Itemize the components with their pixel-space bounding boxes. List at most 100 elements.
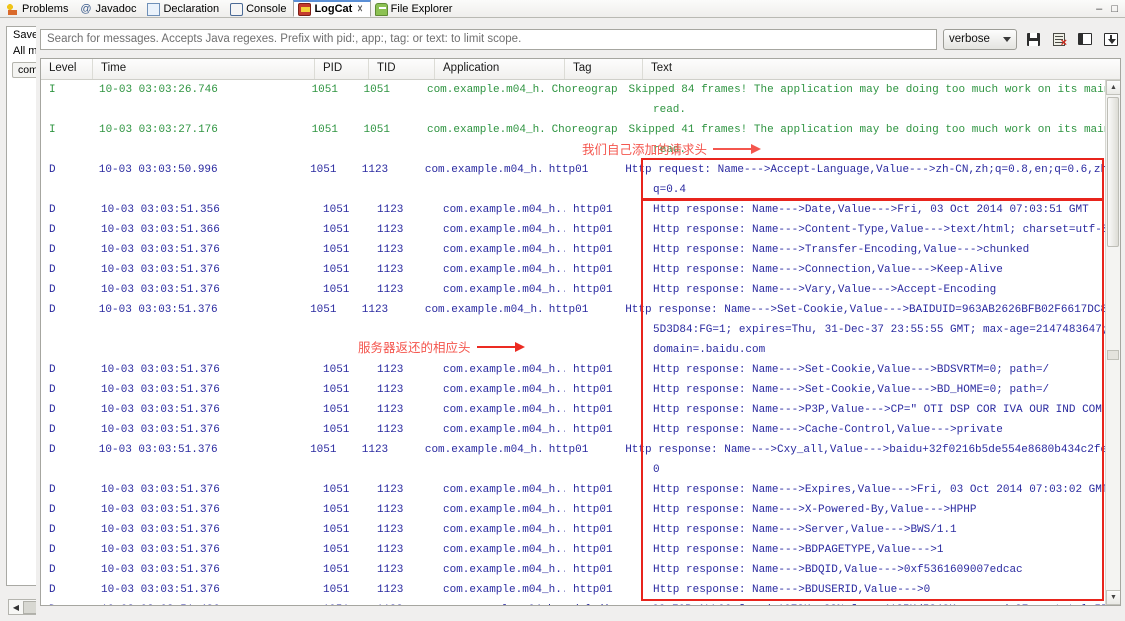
cell-time: 10-03 03:03:50.996 bbox=[98, 164, 218, 176]
request-header-note-text: 我们自己添加的请求头 bbox=[582, 142, 708, 157]
tab-declaration-label: Declaration bbox=[163, 3, 220, 15]
table-row[interactable]: D 10-03 03:03:51.376 1051 1123 com.example.m… bbox=[41, 300, 1120, 320]
cell-pid: 1051 bbox=[315, 600, 369, 605]
cell-level: D bbox=[49, 244, 56, 256]
cell-time: 10-03 03:03:51.376 bbox=[98, 444, 218, 456]
cell-text: Http response: Name--->Transfer-Encoding… bbox=[653, 244, 1030, 256]
column-header-time[interactable]: Time bbox=[93, 59, 315, 79]
table-row[interactable]: D 10-03 03:03:50.996 1051 1123 com.example.m… bbox=[41, 160, 1120, 180]
cell-text: Http response: Name--->Set-Cookie,Value-… bbox=[653, 384, 1050, 396]
save-log-button[interactable] bbox=[1023, 29, 1043, 49]
cell-pid: 1051 bbox=[323, 364, 350, 376]
column-header-application[interactable]: Application bbox=[435, 59, 565, 79]
tab-declaration[interactable]: Declaration bbox=[143, 0, 226, 17]
tab-problems[interactable]: Problems bbox=[2, 0, 75, 17]
table-row-continuation: domain=.baidu.com bbox=[653, 344, 766, 356]
table-row[interactable]: D 10-03 03:03:51.376 1051 1123 com.example.m… bbox=[41, 560, 1120, 580]
table-row[interactable]: D 10-03 03:03:51.376 1051 1123 com.example.m… bbox=[41, 520, 1120, 540]
table-row[interactable]: D 10-03 03:03:51.376 1051 1123 com.example.m… bbox=[41, 360, 1120, 380]
table-row[interactable]: D 10-03 03:03:51.376 1051 1123 com.example.m… bbox=[41, 260, 1120, 280]
cell-text: Http request: Name--->Accept-Language,Va… bbox=[625, 164, 1120, 176]
vertical-scrollbar[interactable]: ▲ ▼ bbox=[1105, 80, 1120, 605]
cell-text: Http response: Name--->Connection,Value-… bbox=[653, 264, 1003, 276]
table-row[interactable]: D 10-03 03:03:51.376 1051 1123 com.example.m… bbox=[41, 580, 1120, 600]
log-level-dropdown[interactable]: verbose bbox=[943, 28, 1017, 50]
cell-tid: 1051 bbox=[363, 124, 390, 136]
cell-time: 10-03 03:03:51.376 bbox=[101, 484, 220, 496]
table-row[interactable]: D 10-03 03:03:51.376 1051 1123 com.example.m… bbox=[41, 400, 1120, 420]
scroll-down-arrow-icon[interactable]: ▼ bbox=[1106, 590, 1120, 605]
saved-filters-list[interactable]: Save All messages (no filters) com.examp… bbox=[6, 26, 36, 586]
cell-application: com.example.m04_h... bbox=[443, 224, 565, 236]
minimize-view-icon[interactable]: – □ bbox=[1096, 3, 1121, 15]
cell-pid: 1051 bbox=[311, 84, 338, 96]
log-rows-container: I 10-03 03:03:26.746 1051 1051 com.example.m… bbox=[41, 80, 1120, 605]
column-header-tid[interactable]: TID bbox=[369, 59, 435, 79]
tab-problems-label: Problems bbox=[22, 3, 69, 15]
close-icon[interactable]: ☓ bbox=[357, 4, 362, 15]
tab-file-explorer[interactable]: File Explorer bbox=[371, 0, 460, 17]
tab-javadoc-label: Javadoc bbox=[95, 3, 137, 15]
scroll-left-icon[interactable]: ◀ bbox=[9, 600, 23, 614]
table-row[interactable]: D10-03 03:03:51.48610511123com.example.m… bbox=[41, 600, 1120, 605]
cell-time: 10-03 03:03:27.176 bbox=[99, 124, 218, 136]
cell-tag: http01 bbox=[573, 404, 613, 416]
cell-time: 10-03 03:03:51.376 bbox=[101, 524, 220, 536]
tab-logcat[interactable]: LogCat ☓ bbox=[293, 0, 371, 17]
cell-time: 10-03 03:03:51.376 bbox=[101, 404, 220, 416]
cell-application: com.example.m04_h... bbox=[426, 84, 544, 96]
search-input[interactable]: Search for messages. Accepts Java regexe… bbox=[40, 28, 937, 50]
scroll-lock-button[interactable] bbox=[1101, 29, 1121, 49]
tab-javadoc[interactable]: @ Javadoc bbox=[75, 0, 143, 17]
cell-time: 10-03 03:03:51.376 bbox=[101, 544, 220, 556]
tab-console[interactable]: Console bbox=[226, 0, 293, 17]
cell-text: Http response: Name--->Vary,Value--->Acc… bbox=[653, 284, 997, 296]
cell-tag: http01 bbox=[573, 424, 613, 436]
cell-time: 10-03 03:03:51.376 bbox=[101, 584, 220, 596]
logcat-toolbar: Search for messages. Accepts Java regexe… bbox=[40, 26, 1121, 52]
vertical-scrollbar-thumb[interactable] bbox=[1107, 97, 1119, 247]
table-row[interactable]: I 10-03 03:03:27.176 1051 1051 com.example.m… bbox=[41, 120, 1120, 140]
scroll-up-icon[interactable]: ▲ bbox=[1106, 80, 1120, 95]
clear-log-button[interactable] bbox=[1049, 29, 1069, 49]
horizontal-scrollbar-left[interactable]: ◀ bbox=[8, 599, 36, 615]
request-header-note: 我们自己添加的请求头 bbox=[582, 139, 762, 158]
cell-pid: 1051 bbox=[323, 544, 350, 556]
display-saved-filters-button[interactable] bbox=[1075, 29, 1095, 49]
logcat-icon bbox=[298, 2, 312, 16]
cell-level: D bbox=[49, 404, 56, 416]
arrow-right-icon bbox=[713, 143, 762, 154]
cell-time: 10-03 03:03:51.376 bbox=[101, 264, 220, 276]
table-row[interactable]: D 10-03 03:03:51.376 1051 1123 com.example.m… bbox=[41, 380, 1120, 400]
table-row[interactable]: D 10-03 03:03:51.356 1051 1123 com.example.m… bbox=[41, 200, 1120, 220]
column-header-tag[interactable]: Tag bbox=[565, 59, 643, 79]
cell-tid: 1123 bbox=[361, 164, 389, 176]
table-row[interactable]: D 10-03 03:03:51.376 1051 1123 com.example.m… bbox=[41, 440, 1120, 460]
table-row[interactable]: D 10-03 03:03:51.376 1051 1123 com.example.m… bbox=[41, 480, 1120, 500]
table-row[interactable]: D 10-03 03:03:51.366 1051 1123 com.example.m… bbox=[41, 220, 1120, 240]
table-row[interactable]: D 10-03 03:03:51.376 1051 1123 com.example.m… bbox=[41, 540, 1120, 560]
cell-text: Http response: Name--->Cache-Control,Val… bbox=[653, 424, 1003, 436]
scrollbar-thumb[interactable] bbox=[23, 600, 36, 614]
cell-text: Http response: Name--->Server,Value--->B… bbox=[653, 524, 957, 536]
cell-tag: http01 bbox=[573, 204, 613, 216]
cell-tid: 1123 bbox=[377, 264, 404, 276]
table-row[interactable]: D 10-03 03:03:51.376 1051 1123 com.example.m… bbox=[41, 280, 1120, 300]
table-row[interactable]: D 10-03 03:03:51.376 1051 1123 com.example.m… bbox=[41, 420, 1120, 440]
table-row[interactable]: I 10-03 03:03:26.746 1051 1051 com.example.m… bbox=[41, 80, 1120, 100]
column-header-level[interactable]: Level bbox=[41, 59, 93, 79]
cell-tag: http01 bbox=[548, 304, 589, 316]
table-row[interactable]: D 10-03 03:03:51.376 1051 1123 com.example.m… bbox=[41, 500, 1120, 520]
cell-pid: 1051 bbox=[323, 484, 350, 496]
table-row[interactable]: D 10-03 03:03:51.376 1051 1123 com.example.m… bbox=[41, 240, 1120, 260]
column-header-text[interactable]: Text bbox=[643, 59, 1120, 79]
cell-tag: http01 bbox=[573, 284, 613, 296]
cell-time: 10-03 03:03:51.376 bbox=[101, 384, 220, 396]
cell-application: com.example.m04_h... bbox=[424, 444, 541, 456]
cell-tag: http01 bbox=[548, 444, 589, 456]
cell-tid: 1123 bbox=[377, 424, 404, 436]
saved-filter-all-messages[interactable]: All messages (no filters) bbox=[7, 43, 36, 59]
column-header-pid[interactable]: PID bbox=[315, 59, 369, 79]
cell-tid: 1123 bbox=[377, 484, 404, 496]
saved-filter-app-chip[interactable]: com.example.m04_http01 bbox=[12, 62, 36, 78]
